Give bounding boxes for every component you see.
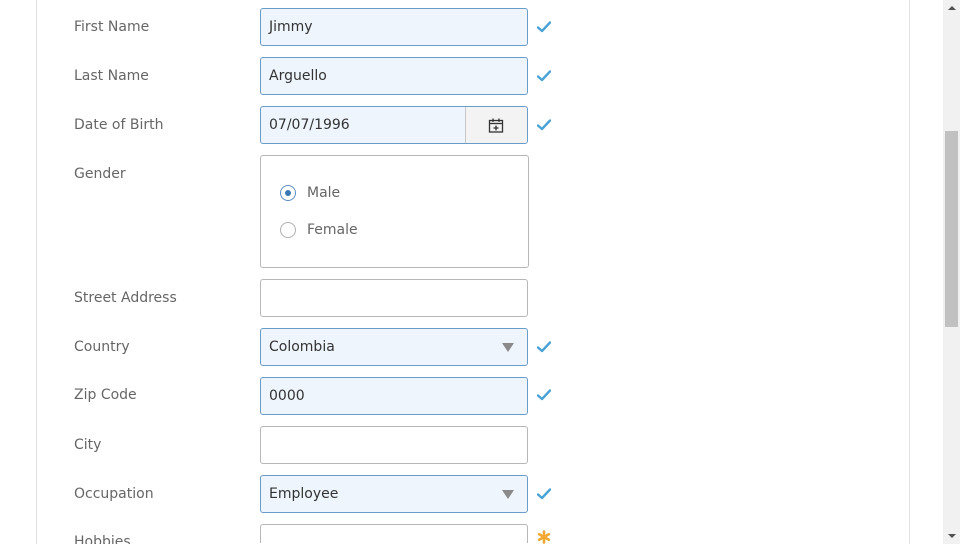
calendar-button[interactable] — [465, 107, 527, 143]
first-name-value: Jimmy — [269, 19, 313, 35]
chevron-down-icon — [502, 490, 514, 499]
hobbies-label: Hobbies — [74, 534, 131, 544]
gender-label: Gender — [74, 166, 126, 182]
asterisk-icon — [537, 530, 551, 544]
date-of-birth-field[interactable]: 07/07/1996 — [260, 106, 528, 144]
zip-code-value: 0000 — [269, 388, 305, 404]
radio-button-female[interactable] — [280, 222, 296, 238]
scroll-down-arrow-icon[interactable] — [943, 527, 960, 544]
city-field[interactable] — [260, 426, 528, 464]
gender-radio-group: Male Female — [260, 155, 529, 268]
gender-option-label: Female — [307, 222, 358, 238]
check-icon — [537, 21, 551, 33]
zip-code-label: Zip Code — [74, 387, 137, 403]
check-icon — [537, 488, 551, 500]
check-icon — [537, 70, 551, 82]
occupation-value: Employee — [269, 486, 339, 502]
last-name-label: Last Name — [74, 68, 149, 84]
street-address-field[interactable] — [260, 279, 528, 317]
first-name-label: First Name — [74, 19, 150, 35]
country-label: Country — [74, 339, 130, 355]
country-value: Colombia — [269, 339, 335, 355]
date-of-birth-label: Date of Birth — [74, 117, 164, 133]
check-icon — [537, 119, 551, 131]
city-label: City — [74, 437, 102, 453]
country-select[interactable]: Colombia — [260, 328, 528, 366]
check-icon — [537, 341, 551, 353]
check-icon — [537, 389, 551, 401]
calendar-icon — [488, 118, 504, 133]
date-of-birth-value: 07/07/1996 — [269, 117, 350, 133]
scroll-up-arrow-icon[interactable] — [943, 0, 960, 17]
last-name-field[interactable]: Arguello — [260, 57, 528, 95]
scrollbar-thumb[interactable] — [945, 131, 958, 327]
occupation-label: Occupation — [74, 486, 154, 502]
zip-code-field[interactable]: 0000 — [260, 377, 528, 415]
page: First Name Jimmy Last Name Arguello Date… — [0, 0, 960, 544]
gender-option-label: Male — [307, 185, 341, 201]
occupation-select[interactable]: Employee — [260, 475, 528, 513]
last-name-value: Arguello — [269, 68, 327, 84]
street-address-label: Street Address — [74, 290, 177, 306]
vertical-scrollbar[interactable] — [943, 0, 960, 544]
radio-button-male[interactable] — [280, 185, 296, 201]
hobbies-field[interactable] — [260, 524, 528, 543]
first-name-field[interactable]: Jimmy — [260, 8, 528, 46]
chevron-down-icon — [502, 343, 514, 352]
